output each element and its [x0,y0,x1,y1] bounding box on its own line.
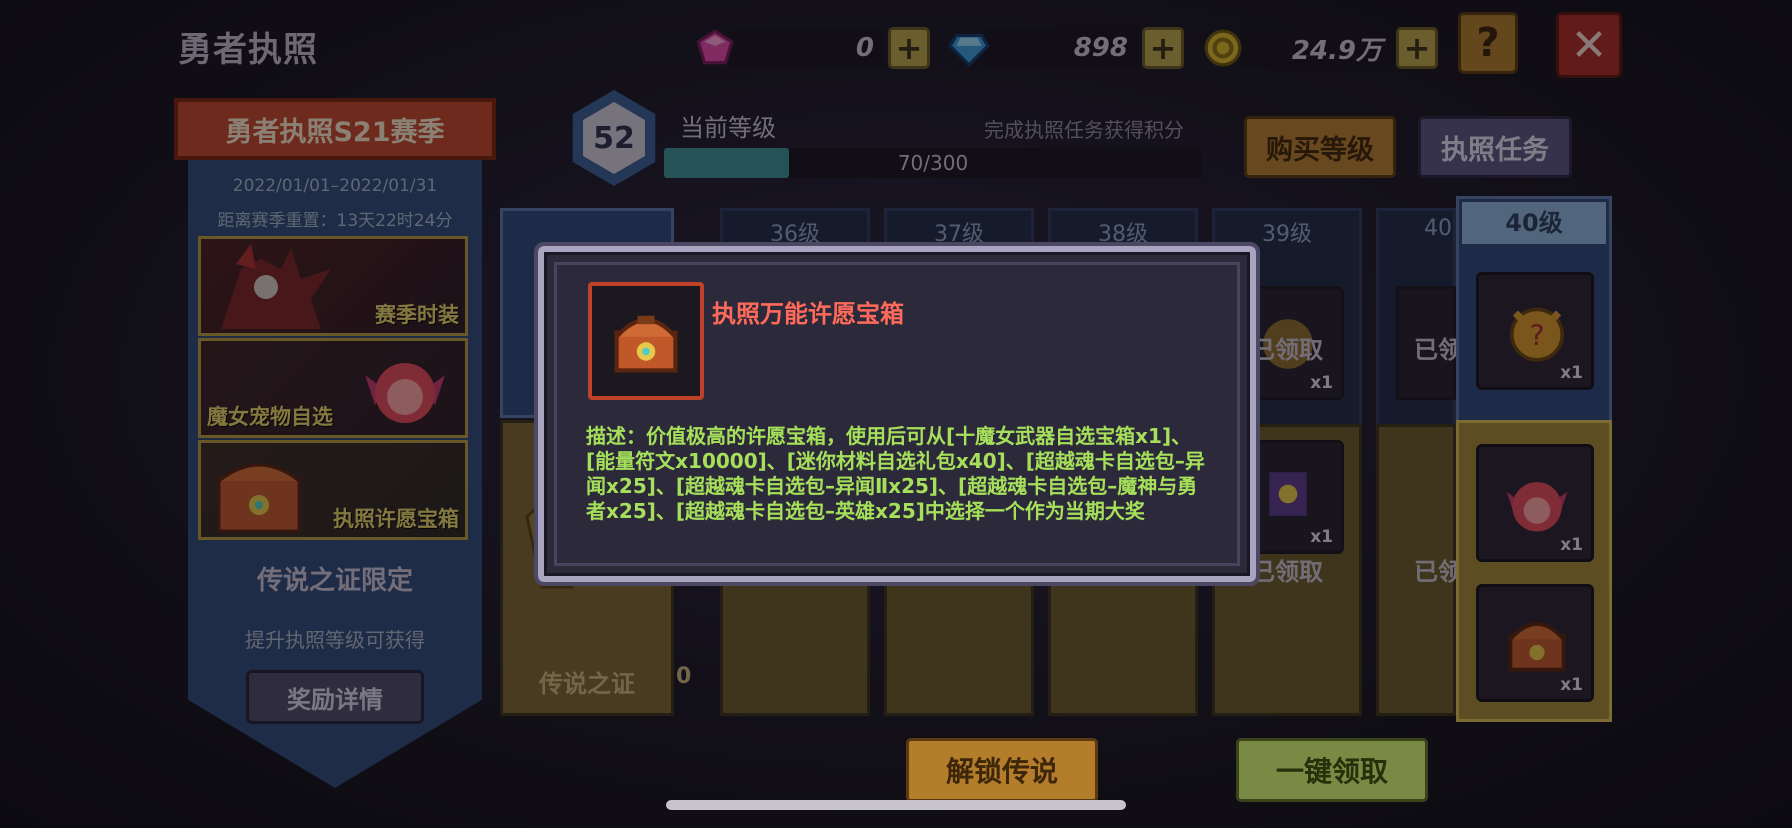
pink-gem-value: 0 [730,28,884,68]
pink-gem-counter: 0 + [694,26,930,70]
points-hint: 完成执照任务获得积分 [984,118,1184,142]
claim-all-button[interactable]: 一键领取 [1236,738,1428,802]
license-tasks-button[interactable]: 执照任务 [1418,116,1572,178]
reward-slot-40-legend-2[interactable]: x1 [1476,584,1594,702]
promo-label: 魔女宠物自选 [207,405,333,429]
unlock-legend-button[interactable]: 解锁传说 [906,738,1098,802]
buy-level-button[interactable]: 购买等级 [1244,116,1396,178]
claimed-label-partial: 已领 [1414,336,1462,364]
reward-slot-40-free[interactable]: ? x1 [1476,272,1594,390]
blue-gem-icon [948,33,990,68]
level-head-40: 40级 [1462,202,1606,244]
promo-witch-pet[interactable]: 魔女宠物自选 [198,338,468,438]
card-pack-icon [1269,472,1307,516]
promo-label: 赛季时装 [375,303,459,327]
item-detail-modal: 执照万能许愿宝箱 描述：价值极高的许愿宝箱，使用后可从[十魔女武器自选宝箱x1]… [534,242,1260,586]
claimed-label-partial: 已领 [1414,558,1462,586]
close-button[interactable]: ✕ [1556,12,1622,78]
modal-item-title: 执照万能许愿宝箱 [712,300,904,328]
reward-qty: x1 [1560,363,1583,383]
treasure-chest-icon [1508,622,1566,672]
xp-progress-text: 70/300 [897,151,969,175]
legend-card-label: 传说之证 [539,670,635,698]
reward-details-button[interactable]: 奖励详情 [246,670,424,724]
treasure-chest-icon [217,463,301,533]
level-head-38: 38级 [1098,222,1148,247]
level-badge: 52 [572,90,656,186]
witch-pet-icon [365,363,445,423]
page-title: 勇者执照 [178,30,318,70]
modal-item-icon [588,282,704,400]
season-date-range: 2022/01/01–2022/01/31 [232,176,438,196]
gold-counter: 24.9万 + [1202,26,1438,70]
level-head-40-partial: 40 [1424,216,1452,241]
add-blue-gem-button[interactable]: + [1142,27,1184,69]
gold-coin-icon [1204,29,1242,67]
legend-partial-qty: 0 [676,664,692,689]
svg-text:?: ? [1529,318,1544,352]
promo-season-costume[interactable]: 赛季时装 [198,236,468,336]
blue-gem-value: 898 [984,28,1138,68]
witch-pet-icon [1506,482,1568,532]
blue-gem-counter: 898 + [948,26,1184,70]
mystery-badge-icon: ? [1510,307,1564,362]
treasure-chest-icon [614,315,678,373]
level-head-39: 39级 [1262,222,1312,247]
legend-exclusive-label: 传说之证限定 [256,566,413,596]
reward-slot-40-legend-1[interactable]: x1 [1476,444,1594,562]
current-level-label: 当前等级 [680,114,776,142]
home-indicator[interactable] [666,800,1126,810]
help-button[interactable]: ? [1458,12,1518,74]
add-pink-gem-button[interactable]: + [888,27,930,69]
legend-hint: 提升执照等级可获得 [245,628,425,652]
reward-qty: x1 [1560,535,1583,555]
reward-qty: x1 [1310,373,1333,393]
promo-label: 执照许愿宝箱 [333,507,459,531]
current-level-value: 52 [583,102,645,174]
level-head-36: 36级 [770,222,820,247]
reward-qty: x1 [1560,675,1583,695]
level-head-37: 37级 [934,222,984,247]
promo-license-chest[interactable]: 执照许愿宝箱 [198,440,468,540]
reward-qty: x1 [1310,527,1333,547]
season-title: 勇者执照S21赛季 [174,98,496,160]
modal-item-description: 描述：价值极高的许愿宝箱，使用后可从[十魔女武器自选宝箱x1]、[能量符文x10… [586,424,1205,523]
add-gold-button[interactable]: + [1396,27,1438,69]
season-reset-countdown: 距离赛季重置：13天22时24分 [217,211,453,231]
gold-value: 24.9万 [1238,28,1392,68]
demon-costume-icon [221,244,331,329]
pink-gem-icon [696,29,734,65]
